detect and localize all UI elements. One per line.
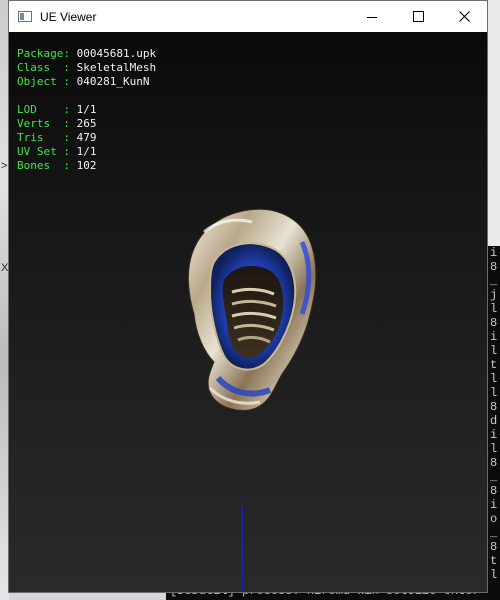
info-row-uv-set: UV Set : 1/1 bbox=[17, 145, 156, 159]
info-value-package: 00045681.upk bbox=[76, 47, 157, 60]
maximize-icon bbox=[412, 11, 424, 22]
background-console-window: i8_jl8iltll8dil8_8io_8tl_i bbox=[488, 246, 500, 600]
info-value-tris: 479 bbox=[76, 131, 97, 144]
info-label-package: Package: bbox=[17, 47, 70, 60]
console-glyph: 8 bbox=[490, 400, 498, 414]
console-glyph: i bbox=[490, 246, 498, 260]
console-glyph: l bbox=[490, 386, 498, 400]
3d-viewport[interactable]: Package: 00045681.upk Class : SkeletalMe… bbox=[9, 32, 487, 592]
minimize-icon bbox=[367, 17, 377, 18]
console-glyph: i bbox=[490, 498, 498, 512]
console-glyph: i bbox=[490, 330, 498, 344]
maximize-button[interactable] bbox=[395, 1, 441, 32]
ue-viewer-window: UE Viewer Package: 00045681.upk Class : … bbox=[8, 0, 488, 593]
console-glyph: l bbox=[490, 302, 498, 316]
console-glyph: l bbox=[490, 344, 498, 358]
viewport-axis-line bbox=[241, 506, 243, 592]
console-glyph: t bbox=[490, 358, 498, 372]
console-glyph: _ bbox=[490, 470, 498, 484]
info-label-uv-set: UV Set : bbox=[17, 145, 70, 158]
close-icon bbox=[458, 11, 470, 22]
info-row-class: Class : SkeletalMesh bbox=[17, 61, 156, 75]
info-label-lod: LOD : bbox=[17, 103, 70, 116]
info-label-object: Object : bbox=[17, 75, 70, 88]
info-value-lod: 1/1 bbox=[76, 103, 97, 116]
console-glyph: _ bbox=[490, 274, 498, 288]
desktop-background-right bbox=[488, 0, 500, 246]
console-glyph: l bbox=[490, 568, 498, 582]
info-row-tris: Tris : 479 bbox=[17, 131, 156, 145]
window-title: UE Viewer bbox=[40, 9, 97, 24]
info-label-class: Class : bbox=[17, 61, 70, 74]
console-glyph: _ bbox=[490, 526, 498, 540]
info-label-verts: Verts : bbox=[17, 117, 70, 130]
skeletal-mesh-model[interactable] bbox=[174, 202, 324, 417]
console-glyph: 8 bbox=[490, 260, 498, 274]
console-glyph: 8 bbox=[490, 540, 498, 554]
ue-viewer-app-icon[interactable] bbox=[18, 11, 32, 22]
info-value-class: SkeletalMesh bbox=[76, 61, 157, 74]
console-glyph: t bbox=[490, 554, 498, 568]
console-glyph: 8 bbox=[490, 316, 498, 330]
info-row-bones: Bones : 102 bbox=[17, 159, 156, 173]
title-bar[interactable]: UE Viewer bbox=[9, 1, 487, 32]
info-value-uv-set: 1/1 bbox=[76, 145, 97, 158]
info-value-object: 040281_KunN bbox=[76, 75, 150, 88]
info-value-verts: 265 bbox=[76, 117, 97, 130]
console-glyph: j bbox=[490, 288, 498, 302]
mesh-info-panel: Package: 00045681.upk Class : SkeletalMe… bbox=[17, 47, 156, 173]
console-glyph: l bbox=[490, 372, 498, 386]
console-glyph: i bbox=[490, 428, 498, 442]
info-row-object: Object : 040281_KunN bbox=[17, 75, 156, 89]
console-glyph: 8 bbox=[490, 484, 498, 498]
info-value-bones: 102 bbox=[76, 159, 97, 172]
side-mark-arrow: > bbox=[1, 160, 8, 172]
minimize-button[interactable] bbox=[349, 1, 395, 32]
info-label-tris: Tris : bbox=[17, 131, 70, 144]
console-glyph: d bbox=[490, 414, 498, 428]
info-row-verts: Verts : 265 bbox=[17, 117, 156, 131]
console-glyph: l bbox=[490, 442, 498, 456]
close-button[interactable] bbox=[441, 1, 487, 32]
console-glyph: 8 bbox=[490, 456, 498, 470]
info-row-package: Package: 00045681.upk bbox=[17, 47, 156, 61]
console-glyph: o bbox=[490, 512, 498, 526]
info-row-lod: LOD : 1/1 bbox=[17, 103, 156, 117]
info-label-bones: Bones : bbox=[17, 159, 70, 172]
